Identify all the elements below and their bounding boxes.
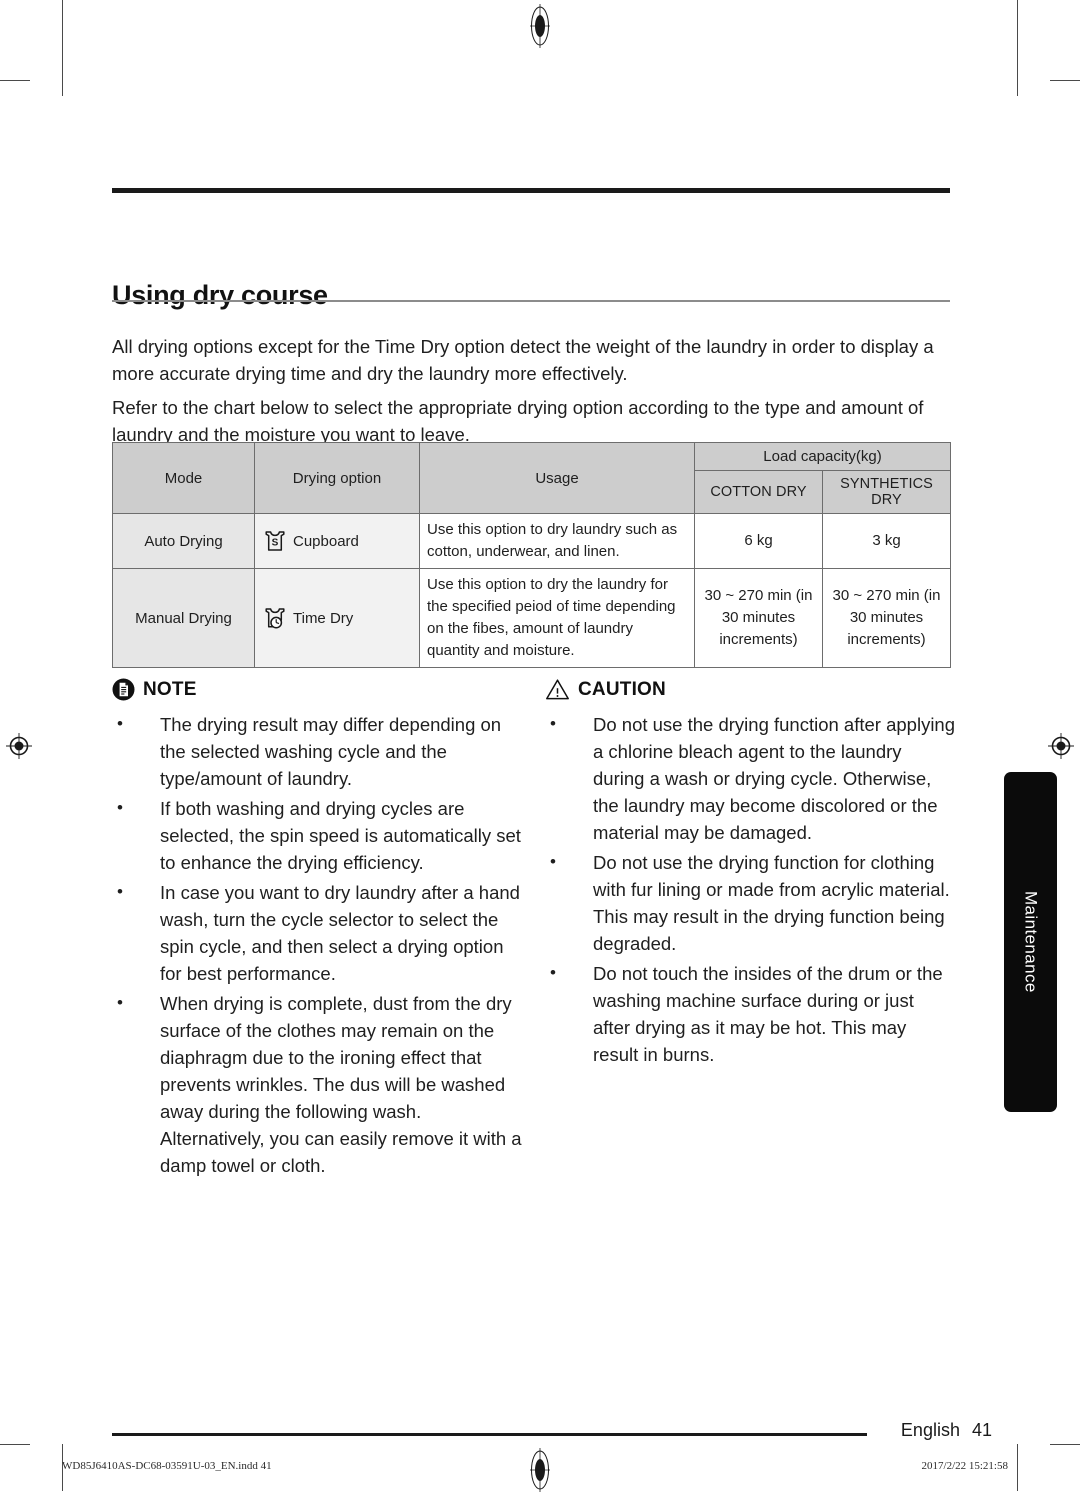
- registration-mark-right: [1048, 733, 1074, 759]
- list-item: In case you want to dry laundry after a …: [112, 878, 522, 987]
- tshirt-clock-icon: [265, 608, 285, 629]
- cell-option-cupboard: S Cupboard: [254, 513, 420, 569]
- crop-mark-bottom-right-vertical: [1017, 1444, 1018, 1491]
- footer-page-number: 41: [971, 1420, 992, 1440]
- note-title: NOTE: [143, 679, 197, 700]
- caution-panel: CAUTION Do not use the drying function a…: [545, 676, 955, 1071]
- note-document-icon: [112, 678, 135, 701]
- registration-mark-bottom: [530, 1448, 550, 1492]
- header-mode: Mode: [112, 442, 255, 514]
- imprint-filename: WD85J6410AS-DC68-03591U-03_EN.indd 41: [62, 1460, 272, 1472]
- note-list: The drying result may differ depending o…: [112, 710, 522, 1179]
- note-header: NOTE: [112, 676, 522, 703]
- caution-title: CAUTION: [578, 679, 666, 700]
- list-item: Do not use the drying function for cloth…: [545, 848, 955, 957]
- header-cotton-dry: COTTON DRY: [694, 470, 823, 514]
- section-tab-maintenance: Maintenance: [1004, 772, 1057, 1112]
- cell-option-time-dry: Time Dry: [254, 568, 420, 668]
- warning-triangle-icon: [546, 679, 569, 700]
- title-underline-rule: [112, 300, 950, 302]
- svg-text:S: S: [272, 537, 279, 548]
- manual-page: Using dry course All drying options exce…: [0, 0, 1080, 1492]
- option-label-cupboard: Cupboard: [293, 532, 359, 550]
- section-tab-label: Maintenance: [1021, 891, 1041, 993]
- cell-usage-manual: Use this option to dry the laundry for t…: [419, 568, 695, 668]
- imprint-timestamp: 2017/2/22 15:21:58: [921, 1460, 1008, 1472]
- cell-mode-auto: Auto Drying: [112, 513, 255, 569]
- cell-cotton-auto: 6 kg: [694, 513, 823, 569]
- cell-synthetics-manual: 30 ~ 270 min (in 30 minutes increments): [822, 568, 951, 668]
- caution-list: Do not use the drying function after app…: [545, 710, 955, 1068]
- footer-language-page: English 41: [901, 1420, 992, 1441]
- crop-mark-right-top-horizontal: [1050, 80, 1080, 81]
- option-label-time-dry: Time Dry: [293, 609, 354, 627]
- list-item: Do not touch the insides of the drum or …: [545, 959, 955, 1068]
- crop-mark-right-bottom-horizontal: [1050, 1444, 1080, 1445]
- note-panel: NOTE The drying result may differ depend…: [112, 676, 522, 1182]
- registration-mark-top: [530, 4, 550, 48]
- cell-synthetics-auto: 3 kg: [822, 513, 951, 569]
- registration-mark-left: [6, 733, 32, 759]
- crop-mark-top-left-vertical: [62, 0, 63, 96]
- footer-rule: [112, 1433, 867, 1436]
- drying-options-table: Mode Drying option Usage Load capacity(k…: [112, 442, 951, 668]
- crop-mark-left-top-horizontal: [0, 80, 30, 81]
- intro-paragraph-2: Refer to the chart below to select the a…: [112, 396, 924, 445]
- cell-usage-auto: Use this option to dry laundry such as c…: [419, 513, 695, 569]
- footer-language: English: [900, 1420, 960, 1440]
- crop-mark-left-bottom-horizontal: [0, 1444, 30, 1445]
- intro-paragraph-1: All drying options except for the Time D…: [112, 335, 934, 384]
- header-load-capacity: Load capacity(kg): [694, 442, 951, 471]
- tshirt-s-icon: S: [265, 531, 285, 551]
- header-rule: [112, 188, 950, 193]
- crop-mark-top-right-vertical: [1017, 0, 1018, 96]
- caution-header: CAUTION: [545, 676, 955, 703]
- list-item: When drying is complete, dust from the d…: [112, 989, 522, 1179]
- table-header-row-1: Mode Drying option Usage Load capacity(k…: [112, 442, 951, 514]
- header-synthetics-dry: SYNTHETICS DRY: [822, 470, 951, 514]
- cell-mode-manual: Manual Drying: [112, 568, 255, 668]
- table-row: Manual Drying Time Dry Use this option t…: [112, 568, 951, 668]
- header-usage: Usage: [419, 442, 695, 514]
- header-drying-option: Drying option: [254, 442, 420, 514]
- list-item: The drying result may differ depending o…: [112, 710, 522, 792]
- table-row: Auto Drying S Cupboard Use this option t…: [112, 513, 951, 569]
- list-item: Do not use the drying function after app…: [545, 710, 955, 846]
- cell-cotton-manual: 30 ~ 270 min (in 30 minutes increments): [694, 568, 823, 668]
- page-title: Using dry course: [112, 280, 328, 311]
- list-item: If both washing and drying cycles are se…: [112, 794, 522, 876]
